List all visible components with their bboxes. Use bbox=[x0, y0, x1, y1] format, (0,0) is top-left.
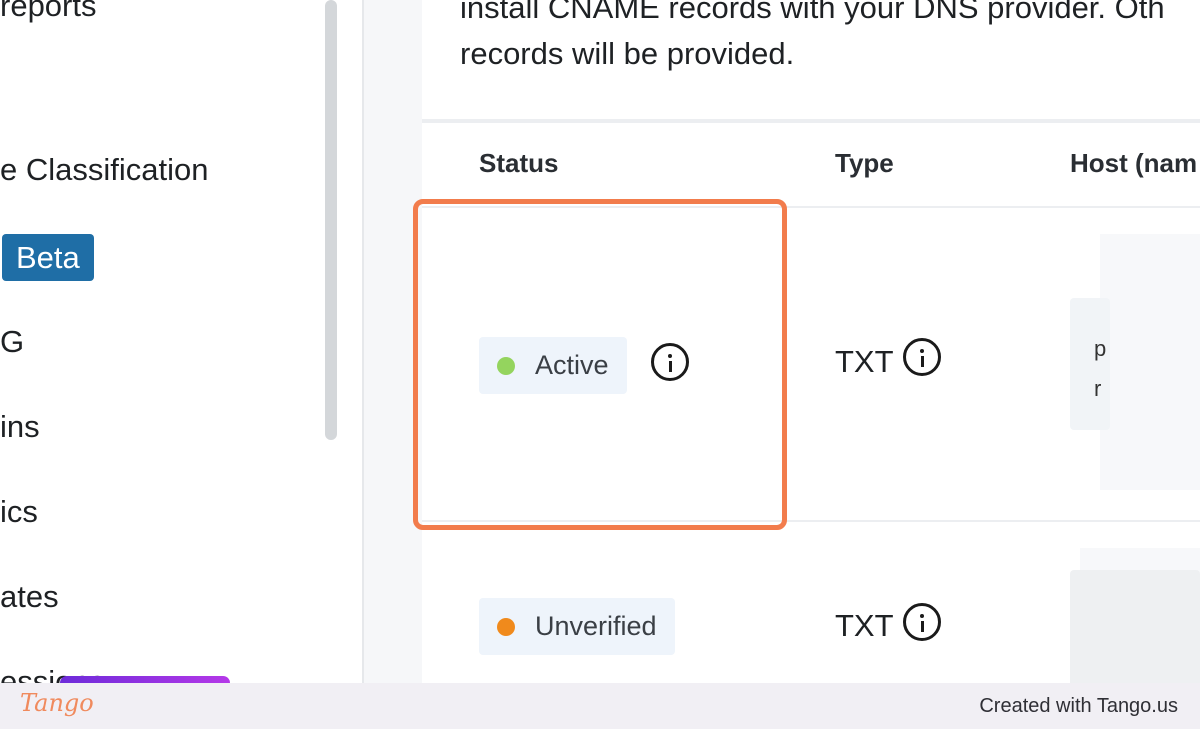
header-divider bbox=[422, 119, 1200, 123]
tango-footer: Tango Created with Tango.us bbox=[0, 683, 1200, 729]
created-with-tango[interactable]: Created with Tango.us bbox=[979, 695, 1178, 718]
sidebar-item-ates[interactable]: ates bbox=[0, 579, 59, 615]
status-label: Unverified bbox=[535, 611, 657, 641]
step-highlight bbox=[413, 199, 787, 530]
host-fragment: r bbox=[1094, 376, 1102, 401]
sidebar-item-reports[interactable]: reports bbox=[0, 0, 96, 24]
sidebar-scrollbar[interactable] bbox=[325, 0, 337, 440]
column-header-type: Type bbox=[835, 148, 894, 178]
host-value-cell[interactable] bbox=[1070, 298, 1110, 430]
column-header-host: Host (nam bbox=[1070, 148, 1198, 178]
tango-logo[interactable]: Tango bbox=[20, 689, 94, 717]
beta-badge: Beta bbox=[2, 234, 94, 281]
sidebar-item-ins[interactable]: ins bbox=[0, 409, 40, 445]
sidebar-item-classification[interactable]: e Classification bbox=[0, 152, 208, 188]
status-dot bbox=[497, 617, 515, 636]
record-type: TXT bbox=[835, 608, 894, 643]
info-icon[interactable] bbox=[903, 338, 941, 376]
host-value-blurred bbox=[1100, 234, 1200, 490]
sidebar-item-ics[interactable]: ics bbox=[0, 494, 38, 530]
host-value-cell[interactable] bbox=[1070, 570, 1200, 683]
column-header-status: Status bbox=[479, 148, 559, 178]
host-fragment: p bbox=[1094, 336, 1107, 361]
instructions-text: install CNAME records with your DNS prov… bbox=[460, 0, 1200, 77]
instructions-line-2: records will be provided. bbox=[460, 36, 795, 71]
instructions-line-1: install CNAME records with your DNS prov… bbox=[460, 0, 1165, 25]
info-icon[interactable] bbox=[903, 603, 941, 641]
promo-pill[interactable] bbox=[60, 676, 230, 683]
status-badge-unverified: Unverified bbox=[479, 598, 675, 655]
sidebar: reports e Classification Beta G ins ics … bbox=[0, 0, 364, 683]
sidebar-item-g[interactable]: G bbox=[0, 324, 24, 360]
record-type: TXT bbox=[835, 344, 894, 379]
